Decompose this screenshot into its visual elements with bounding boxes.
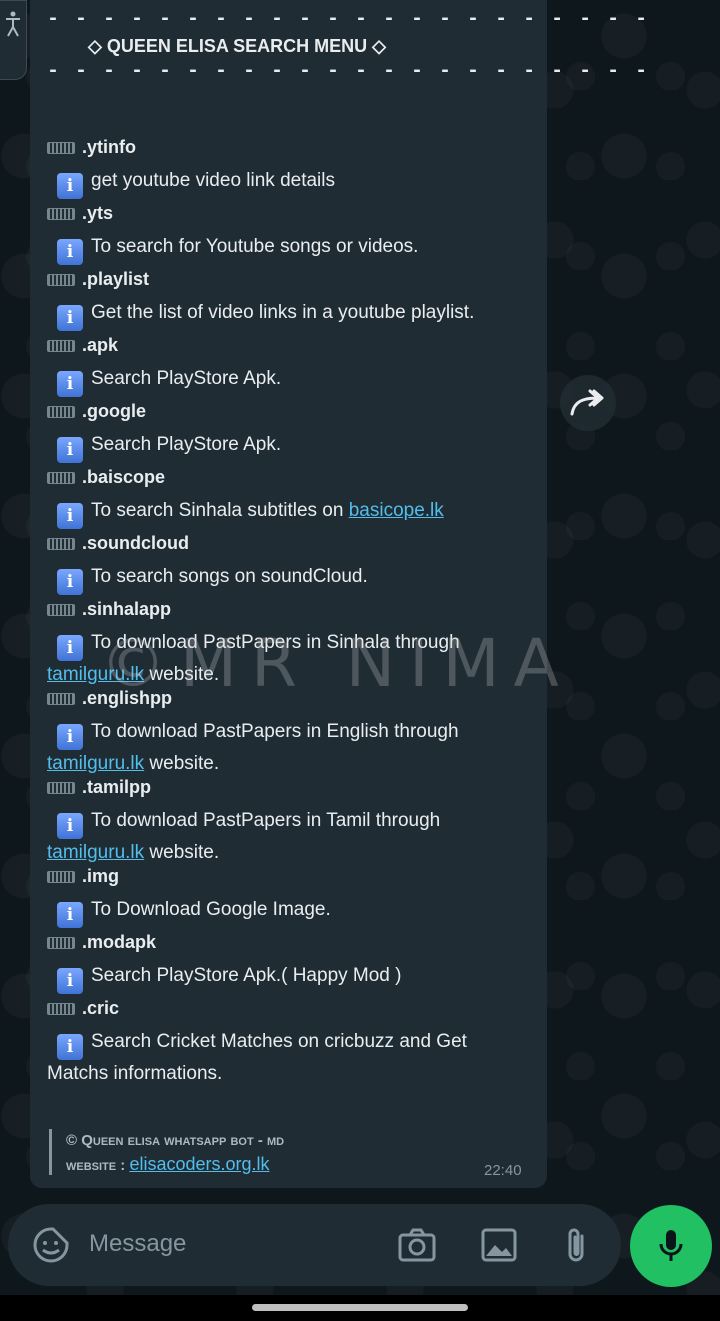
- command-desc: i Search PlayStore Apk.( Happy Mod ): [47, 962, 527, 994]
- info-icon: i: [57, 173, 83, 199]
- keyboard-icon: [47, 339, 75, 352]
- forward-button[interactable]: [560, 375, 616, 431]
- command-desc: i Get the list of video links in a youtub…: [47, 299, 527, 331]
- info-icon: i: [57, 305, 83, 331]
- command-desc: i To search Sinhala subtitles on basicope…: [47, 497, 527, 529]
- keyboard-icon: [47, 273, 75, 286]
- command-apk: .apk: [47, 335, 118, 356]
- keyboard-icon: [47, 870, 75, 883]
- footer-website: website : elisacoders.org.lk: [66, 1154, 270, 1174]
- info-icon: i: [57, 902, 83, 928]
- menu-title: ◇ QUEEN ELISA SEARCH MENU ◇: [87, 36, 387, 56]
- message-input[interactable]: Message: [89, 1230, 186, 1258]
- command-sinhalapp: .sinhalapp: [47, 599, 171, 620]
- footer-quote: © Queen elisa whatsapp bot - md website …: [49, 1129, 284, 1175]
- divider-bottom: - - - - - - - - - - - - - - - - - - - - …: [47, 60, 650, 83]
- info-icon: i: [57, 503, 83, 529]
- keyboard-icon: [47, 207, 75, 220]
- message-input-bar[interactable]: Message: [8, 1204, 621, 1286]
- sticker-icon[interactable]: [32, 1226, 70, 1264]
- info-icon: i: [57, 813, 83, 839]
- paperclip-icon[interactable]: [564, 1226, 590, 1264]
- watermark: ©MR NIMA: [100, 625, 573, 702]
- command-ytinfo: .ytinfo: [47, 137, 136, 158]
- gallery-icon[interactable]: [481, 1228, 517, 1262]
- command-soundcloud: .soundcloud: [47, 533, 189, 554]
- info-icon: i: [57, 724, 83, 750]
- command-desc: i Search PlayStore Apk.: [47, 431, 527, 463]
- link-elisacoders[interactable]: elisacoders.org.lk: [129, 1154, 269, 1174]
- keyboard-icon: [47, 405, 75, 418]
- command-desc: i Search Cricket Matches on cricbuzz and …: [47, 1031, 467, 1084]
- accessibility-button[interactable]: [0, 0, 27, 80]
- keyboard-icon: [47, 692, 75, 705]
- command-desc: i To search for Youtube songs or videos.: [47, 233, 527, 265]
- command-cric: .cric: [47, 998, 119, 1019]
- info-icon: i: [57, 569, 83, 595]
- command-desc: i To Download Google Image.: [47, 896, 527, 928]
- link-basicope[interactable]: basicope.lk: [349, 500, 444, 521]
- keyboard-icon: [47, 1002, 75, 1015]
- command-baiscope: .baiscope: [47, 467, 165, 488]
- keyboard-icon: [47, 781, 75, 794]
- info-icon: i: [57, 968, 83, 994]
- forward-icon: [570, 389, 604, 416]
- command-modapk: .modapk: [47, 932, 156, 953]
- link-tamilguru[interactable]: tamilguru.lk: [47, 842, 144, 863]
- message-time: 22:40: [484, 1162, 522, 1179]
- command-playlist: .playlist: [47, 269, 149, 290]
- command-desc: i Search PlayStore Apk.: [47, 365, 527, 397]
- command-google: .google: [47, 401, 146, 422]
- system-navigation-bar: [0, 1295, 720, 1321]
- keyboard-icon: [47, 936, 75, 949]
- camera-icon[interactable]: [398, 1228, 436, 1262]
- info-icon: i: [57, 437, 83, 463]
- command-desc: i To search songs on soundCloud.: [47, 563, 527, 595]
- command-desc: i get youtube video link details: [47, 167, 527, 199]
- info-icon: i: [57, 239, 83, 265]
- microphone-icon: [659, 1230, 683, 1261]
- command-tamilpp: .tamilpp: [47, 777, 151, 798]
- keyboard-icon: [47, 537, 75, 550]
- command-desc: i To download PastPapers in Tamil through…: [47, 810, 441, 863]
- keyboard-icon: [47, 141, 75, 154]
- command-desc: i To download PastPapers in English throu…: [47, 721, 459, 774]
- home-gesture-handle[interactable]: [252, 1304, 468, 1311]
- info-icon: i: [57, 635, 83, 661]
- command-img: .img: [47, 866, 119, 887]
- info-icon: i: [57, 1034, 83, 1060]
- microphone-button[interactable]: [630, 1205, 712, 1287]
- keyboard-icon: [47, 603, 75, 616]
- keyboard-icon: [47, 471, 75, 484]
- divider-top: - - - - - - - - - - - - - - - - - - - - …: [47, 8, 650, 31]
- accessibility-icon: [6, 11, 20, 37]
- link-tamilguru[interactable]: tamilguru.lk: [47, 753, 144, 774]
- command-yts: .yts: [47, 203, 113, 224]
- info-icon: i: [57, 371, 83, 397]
- footer-copyright: © Queen elisa whatsapp bot - md: [66, 1132, 285, 1149]
